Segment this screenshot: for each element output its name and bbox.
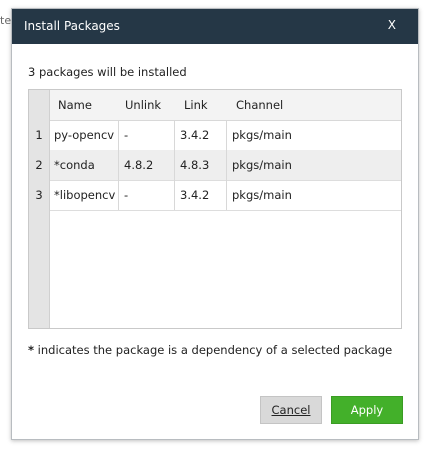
- package-channel: pkgs/main: [232, 128, 292, 142]
- package-channel: pkgs/main: [232, 188, 292, 202]
- table-row[interactable]: py-opencv - 3.4.2 pkgs/main: [50, 120, 401, 151]
- package-channel: pkgs/main: [232, 158, 292, 172]
- table-row[interactable]: *libopencv - 3.4.2 pkgs/main: [50, 180, 401, 211]
- row-number: 1: [35, 128, 43, 142]
- apply-button[interactable]: Apply: [331, 396, 403, 424]
- package-unlink: -: [124, 188, 129, 202]
- package-unlink: 4.8.2: [124, 158, 154, 172]
- column-header-name[interactable]: Name: [58, 98, 92, 112]
- package-link: 4.8.3: [180, 158, 210, 172]
- row-number-column: 1 2 3: [29, 90, 50, 328]
- column-header-unlink[interactable]: Unlink: [125, 98, 161, 112]
- table-header: Name Unlink Link Channel: [50, 90, 401, 121]
- package-link: 3.4.2: [180, 128, 210, 142]
- dependency-note-text: indicates the package is a dependency of…: [34, 343, 393, 357]
- package-name: *libopencv: [54, 188, 116, 202]
- dialog-title: Install Packages: [24, 19, 120, 33]
- cancel-button[interactable]: Cancel: [260, 396, 322, 424]
- package-name: py-opencv: [54, 128, 115, 142]
- row-number: 3: [35, 188, 43, 202]
- package-link: 3.4.2: [180, 188, 210, 202]
- table-row[interactable]: *conda 4.8.2 4.8.3 pkgs/main: [50, 150, 401, 181]
- dialog-titlebar: Install Packages X: [12, 9, 418, 44]
- column-header-channel[interactable]: Channel: [236, 98, 283, 112]
- close-icon[interactable]: X: [388, 18, 396, 32]
- row-number: 2: [35, 158, 43, 172]
- packages-table: 1 2 3 Name Unlink Link Channel py-opencv…: [28, 89, 402, 329]
- column-header-link[interactable]: Link: [184, 98, 208, 112]
- install-packages-dialog: Install Packages X 3 packages will be in…: [11, 8, 419, 440]
- install-message: 3 packages will be installed: [28, 65, 187, 79]
- background-window-text: te: [0, 14, 12, 27]
- dependency-note: * indicates the package is a dependency …: [28, 343, 392, 357]
- package-name: *conda: [54, 158, 95, 172]
- package-unlink: -: [124, 128, 129, 142]
